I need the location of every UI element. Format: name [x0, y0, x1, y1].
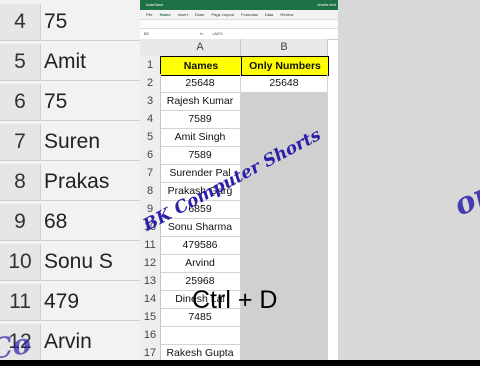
- header-names[interactable]: Names: [160, 56, 242, 76]
- background-cell: Sonu S: [44, 250, 113, 273]
- tab-formulas[interactable]: Formulas: [241, 10, 258, 19]
- shortcut-caption: Ctrl + D: [192, 286, 278, 314]
- cell-only-numbers[interactable]: [241, 326, 328, 345]
- cell-only-numbers[interactable]: [241, 254, 328, 273]
- row-number[interactable]: 16: [140, 326, 161, 345]
- cell-only-numbers[interactable]: [241, 200, 328, 219]
- background-row: 6 75: [0, 84, 140, 121]
- background-cell: Amit: [44, 50, 86, 73]
- background-row-number: 7: [0, 124, 41, 160]
- cell-only-numbers[interactable]: [241, 218, 328, 237]
- background-cell: 68: [44, 210, 68, 233]
- cell-only-numbers[interactable]: [241, 344, 328, 360]
- background-row-number: 4: [0, 4, 41, 40]
- row-number[interactable]: 15: [140, 308, 161, 327]
- cell-name[interactable]: 25648: [160, 74, 241, 93]
- table-row: 4 7589: [140, 110, 338, 129]
- tab-insert[interactable]: Insert: [178, 10, 188, 19]
- background-row: 10 Sonu S: [0, 244, 140, 281]
- background-selection: [338, 0, 480, 360]
- background-row-number: 10: [0, 244, 41, 280]
- row-number[interactable]: 14: [140, 290, 161, 309]
- background-cell: 479: [44, 290, 80, 313]
- table-row: 12 Arvind: [140, 254, 338, 273]
- row-number[interactable]: 5: [140, 128, 161, 147]
- background-cell: Prakas: [44, 170, 110, 193]
- formula-input[interactable]: =A2*1: [212, 29, 223, 39]
- title-bar: AutoSave shorts text: [140, 0, 338, 10]
- background-row: 4 75: [0, 4, 140, 41]
- background-row-number: 8: [0, 164, 41, 200]
- cell-only-numbers[interactable]: 25648: [241, 74, 328, 93]
- cell-only-numbers[interactable]: [241, 92, 328, 111]
- cell-name[interactable]: 479586: [160, 236, 241, 255]
- background-row: 8 Prakas: [0, 164, 140, 201]
- background-cell: 75: [44, 10, 68, 33]
- column-header-a[interactable]: A: [160, 39, 241, 57]
- table-row: 17 Rakesh Gupta: [140, 344, 338, 360]
- tab-review[interactable]: Review: [280, 10, 293, 19]
- name-box[interactable]: B2: [144, 29, 149, 39]
- background-row: 11 479: [0, 284, 140, 321]
- row-number[interactable]: 4: [140, 110, 161, 129]
- table-row: 11 479586: [140, 236, 338, 255]
- background-row-number: 5: [0, 44, 41, 80]
- tab-file[interactable]: File: [146, 10, 152, 19]
- cell-only-numbers[interactable]: [241, 236, 328, 255]
- background-row-number: 6: [0, 84, 41, 120]
- cell-name[interactable]: 7589: [160, 110, 241, 129]
- background-row-number: 9: [0, 204, 41, 240]
- row-number[interactable]: 12: [140, 254, 161, 273]
- table-row: 3 Rajesh Kumar: [140, 92, 338, 111]
- background-sheet-right: orts: [338, 0, 480, 360]
- table-row: 16: [140, 326, 338, 345]
- background-cell: Suren: [44, 130, 101, 153]
- header-only-numbers[interactable]: Only Numbers: [241, 56, 329, 76]
- document-title: shorts text: [317, 2, 336, 7]
- cell-name[interactable]: Rakesh Gupta: [160, 344, 241, 360]
- cell-name[interactable]: Amit Singh: [160, 128, 241, 147]
- background-sheet-left: 4 75 5 Amit 6 75 7 Suren 8 Prakas 9 68 10 Sonu S 11 479…: [0, 0, 140, 360]
- column-header-b[interactable]: B: [241, 39, 328, 57]
- tab-data[interactable]: Data: [265, 10, 273, 19]
- row-number[interactable]: 7: [140, 164, 161, 183]
- cell-name[interactable]: Arvind: [160, 254, 241, 273]
- row-number[interactable]: 1: [140, 56, 161, 75]
- cell-name[interactable]: 7589: [160, 146, 241, 165]
- cell-name[interactable]: Rajesh Kumar: [160, 92, 241, 111]
- tab-draw[interactable]: Draw: [195, 10, 204, 19]
- row-number[interactable]: 6: [140, 146, 161, 165]
- row-number[interactable]: 17: [140, 344, 161, 360]
- cell-only-numbers[interactable]: [241, 182, 328, 201]
- row-number[interactable]: 3: [140, 92, 161, 111]
- background-row: 5 Amit: [0, 44, 140, 81]
- cell-name[interactable]: [160, 326, 241, 345]
- tab-page-layout[interactable]: Page Layout: [211, 10, 233, 19]
- row-number[interactable]: 11: [140, 236, 161, 255]
- ribbon-toolbar: [140, 20, 338, 29]
- ribbon-tabs: File Home Insert Draw Page Layout Formul…: [140, 10, 338, 20]
- background-row: 9 68: [0, 204, 140, 241]
- background-row-number: 11: [0, 284, 41, 320]
- header-row: 1 Names Only Numbers: [140, 56, 338, 76]
- row-number[interactable]: 13: [140, 272, 161, 291]
- table-row: 2 25648 25648: [140, 74, 338, 93]
- select-all-corner[interactable]: [140, 39, 161, 57]
- fx-icon[interactable]: fx: [200, 29, 203, 39]
- row-number[interactable]: 2: [140, 74, 161, 93]
- background-cell: 75: [44, 90, 68, 113]
- background-row: 7 Suren: [0, 124, 140, 161]
- background-cell: Arvin: [44, 330, 92, 353]
- tab-home[interactable]: Home: [160, 10, 171, 19]
- background-watermark-left: Co: [0, 326, 34, 366]
- autosave-toggle[interactable]: AutoSave: [146, 0, 163, 10]
- row-number[interactable]: 8: [140, 182, 161, 201]
